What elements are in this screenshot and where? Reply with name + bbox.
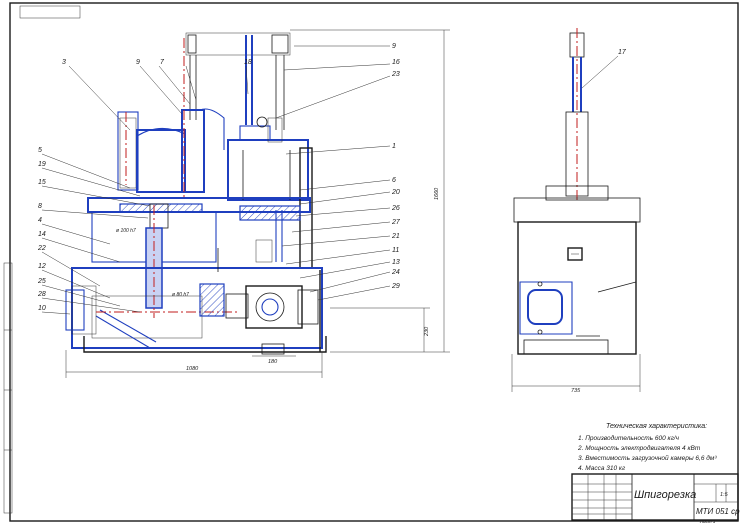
callout: 16 (392, 59, 400, 66)
drawing-scale: 1:5 (720, 492, 729, 498)
upper-cabinet (227, 139, 309, 201)
callout: 7 (160, 59, 165, 66)
callout: 8 (38, 203, 42, 210)
callout: 17 (618, 49, 627, 56)
callout: 9 (136, 59, 140, 66)
electric-motor (245, 285, 303, 329)
callout: 29 (391, 283, 400, 290)
dim-base-height: 230 (424, 326, 430, 337)
top-crossbar (185, 32, 291, 56)
callout: 25 (37, 278, 46, 285)
lower-body (71, 267, 323, 349)
dim-overall-width: 1080 (186, 366, 199, 372)
callout: 19 (38, 161, 46, 168)
callout: 18 (244, 59, 252, 66)
callout: 9 (392, 43, 396, 50)
callout: 11 (392, 247, 399, 254)
dim-shaft-b: ø 80 h7 (172, 292, 189, 298)
callout: 20 (391, 189, 400, 196)
spec-line: 1. Производительность 600 кг/ч (578, 434, 680, 442)
callout: 6 (392, 177, 396, 184)
callout: 27 (391, 219, 401, 226)
callout: 28 (37, 291, 46, 298)
callout: 26 (391, 205, 400, 212)
side-view (513, 28, 641, 355)
callout: 13 (392, 259, 400, 266)
side-top-block (513, 197, 641, 223)
drawing-sheet-label: Лист 1 (699, 519, 716, 524)
callout: 1 (392, 143, 396, 150)
drawing-sheet: Техническая характеристика: 1. Производи… (3, 2, 740, 524)
spec-line: 2. Мощность электродвигателя 4 кВт (577, 444, 701, 452)
spec-line: 4. Масса 310 кг (578, 465, 626, 472)
spec-line: 3. Вместимость загрузочной камеры 6,6 дм… (578, 454, 717, 462)
front-view (65, 32, 327, 355)
callout: 23 (391, 71, 400, 78)
dim-overall-height: 1660 (434, 187, 440, 200)
callout: 4 (38, 217, 42, 224)
leader-side (581, 55, 619, 89)
callout: 15 (38, 179, 46, 186)
drawing-code: МТИ 051 ср (696, 507, 740, 516)
callout: 14 (38, 231, 46, 238)
callout: 10 (38, 305, 46, 312)
callout: 3 (62, 59, 66, 66)
leader-lines (41, 45, 391, 315)
dim-foot-width: 180 (268, 359, 278, 365)
callouts-right: 6 20 26 27 21 11 13 24 29 (391, 177, 401, 290)
callout: 5 (38, 147, 42, 154)
drawing-title: Шпигорезка (634, 489, 696, 501)
callout: 21 (391, 233, 400, 240)
dim-shaft-a: ø 100 h7 (116, 228, 136, 234)
spec-heading: Техническая характеристика: (606, 423, 707, 430)
callout: 24 (391, 269, 400, 276)
callout: 22 (37, 245, 46, 252)
dim-side-width: 735 (571, 388, 581, 394)
hopper-column (117, 111, 139, 191)
spec-notes: Техническая характеристика: 1. Производи… (577, 423, 717, 472)
loading-chamber (136, 129, 186, 193)
callout: 12 (38, 263, 46, 270)
